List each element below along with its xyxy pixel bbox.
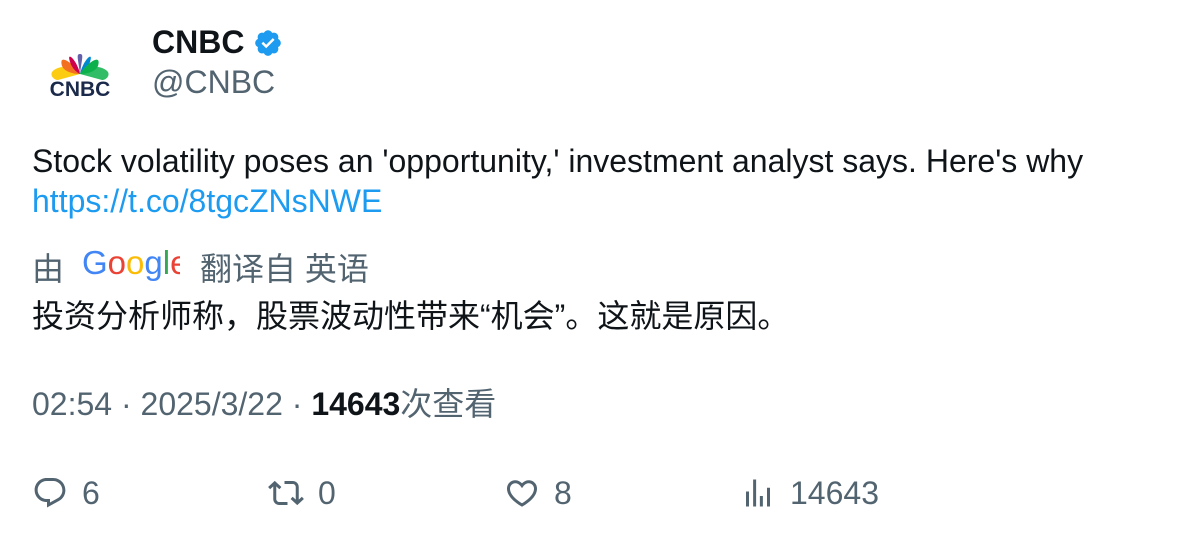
svg-text:Google: Google [82, 244, 180, 281]
tweet-link[interactable]: https://t.co/8tgcZNsNWE [32, 183, 382, 219]
reply-icon [34, 478, 66, 508]
meta-separator: · [112, 386, 141, 422]
author-name-text: CNBC [152, 24, 245, 60]
translated-tweet-text: 投资分析师称，股票波动性带来“机会”。这就是原因。 [32, 298, 790, 334]
translation-attribution: 由 Google 翻译自 英语 [32, 244, 369, 290]
views-action-count: 14643 [790, 474, 879, 511]
tweet-date[interactable]: 2025/3/22 [141, 386, 283, 422]
author-display-name[interactable]: CNBC [152, 22, 283, 62]
retweet-icon [268, 480, 304, 506]
google-logo[interactable]: Google [82, 243, 188, 291]
views-button[interactable]: 14643 [740, 471, 879, 515]
views-label: 次查看 [400, 386, 497, 422]
tweet-body-text: Stock volatility poses an 'opportunity,'… [32, 143, 1084, 179]
action-bar: 6 0 8 14643 [0, 471, 1196, 515]
translated-by-label: 由 [32, 251, 65, 287]
reply-count: 6 [82, 474, 100, 511]
reply-button[interactable]: 6 [32, 471, 100, 515]
retweet-button[interactable]: 0 [268, 471, 336, 515]
meta-separator: · [282, 386, 312, 422]
heart-icon [506, 480, 538, 507]
retweet-count: 0 [318, 474, 336, 511]
like-count: 8 [554, 474, 572, 511]
analytics-bar-icon [746, 479, 770, 507]
avatar-logo-text: CNBC [50, 78, 111, 101]
tweet-meta: 02:54 · 2025/3/22 · 14643次查看 [32, 384, 496, 424]
avatar[interactable]: CNBC [30, 28, 130, 128]
google-logo-icon: Google [82, 244, 188, 281]
views-count: 14643 [311, 386, 401, 422]
translated-from-label[interactable]: 翻译自 英语 [200, 244, 369, 290]
tweet-text: Stock volatility poses an 'opportunity,'… [32, 141, 1152, 221]
author-handle[interactable]: @CNBC [152, 62, 275, 102]
verified-badge-icon[interactable] [253, 27, 283, 57]
like-button[interactable]: 8 [504, 471, 572, 515]
tweet-time[interactable]: 02:54 [32, 386, 112, 422]
cnbc-peacock-logo: CNBC [50, 54, 111, 101]
